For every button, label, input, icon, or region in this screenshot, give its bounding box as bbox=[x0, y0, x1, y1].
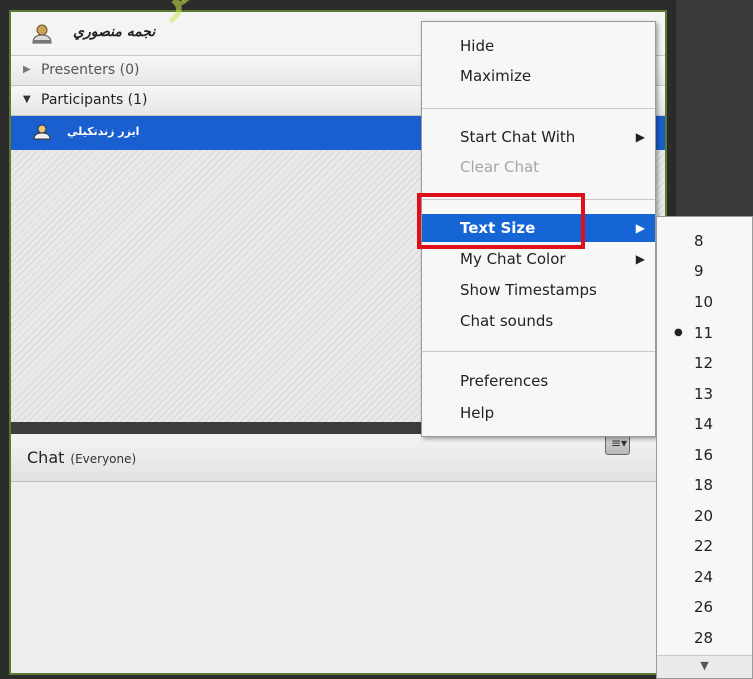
text-size-option[interactable]: 20 bbox=[694, 501, 713, 531]
participant-user-icon bbox=[33, 124, 51, 144]
text-size-option[interactable]: 13 bbox=[694, 379, 713, 409]
text-size-option[interactable]: 26 bbox=[694, 592, 713, 622]
collapse-triangle-icon[interactable]: ▼ bbox=[23, 94, 31, 105]
menu-item-help[interactable]: Help bbox=[422, 399, 655, 427]
chat-header: Chat (Everyone) bbox=[11, 434, 665, 482]
scroll-down-arrow-icon[interactable]: ▼ bbox=[657, 655, 752, 678]
submenu-arrow-icon: ▶ bbox=[635, 130, 645, 144]
text-size-option[interactable]: 9 bbox=[694, 256, 704, 286]
text-size-option[interactable]: 12 bbox=[694, 348, 713, 378]
text-size-option-selected[interactable]: ● 11 bbox=[674, 318, 713, 348]
menu-item-chat-sounds[interactable]: Chat sounds bbox=[422, 307, 655, 335]
text-size-option[interactable]: 28 bbox=[694, 623, 713, 653]
expand-triangle-icon[interactable]: ▶ bbox=[23, 64, 31, 75]
selected-bullet-icon: ● bbox=[674, 327, 683, 338]
text-size-option[interactable]: 8 bbox=[694, 226, 704, 256]
text-size-option[interactable]: 10 bbox=[694, 287, 713, 317]
menu-item-start-chat-with[interactable]: Start Chat With ▶ bbox=[422, 123, 655, 151]
submenu-arrow-icon: ▶ bbox=[635, 252, 645, 266]
text-size-submenu: 8 9 10 ● 11 12 13 14 16 18 20 22 24 26 28… bbox=[656, 216, 753, 679]
menu-item-clear-chat: Clear Chat bbox=[460, 158, 540, 176]
participants-label: Participants (1) bbox=[41, 92, 148, 108]
chat-message-area[interactable] bbox=[11, 482, 665, 673]
chat-title: Chat (Everyone) bbox=[27, 448, 137, 467]
host-user-icon bbox=[31, 24, 53, 48]
submenu-arrow-icon: ▶ bbox=[635, 221, 645, 235]
chat-scope: (Everyone) bbox=[70, 452, 137, 466]
participant-name: ايزر زندتكيلي bbox=[67, 125, 140, 138]
text-size-option[interactable]: 18 bbox=[694, 470, 713, 500]
text-size-option[interactable]: 16 bbox=[694, 440, 713, 470]
text-size-option[interactable]: 14 bbox=[694, 409, 713, 439]
menu-item-hide[interactable]: Hide bbox=[422, 32, 655, 60]
menu-separator bbox=[422, 108, 655, 109]
host-name: نجمه منصوري bbox=[73, 24, 156, 40]
menu-item-my-chat-color[interactable]: My Chat Color ▶ bbox=[422, 245, 655, 273]
menu-separator bbox=[422, 351, 655, 352]
annotation-highlight-box bbox=[417, 193, 585, 249]
text-size-option[interactable]: 22 bbox=[694, 531, 713, 561]
text-size-option[interactable]: 24 bbox=[694, 562, 713, 592]
menu-item-show-timestamps[interactable]: Show Timestamps bbox=[422, 276, 655, 304]
presenters-label: Presenters (0) bbox=[41, 62, 140, 78]
menu-item-preferences[interactable]: Preferences bbox=[422, 367, 655, 395]
menu-lines-icon: ≡▾ bbox=[611, 436, 628, 450]
menu-item-maximize[interactable]: Maximize bbox=[422, 62, 655, 90]
